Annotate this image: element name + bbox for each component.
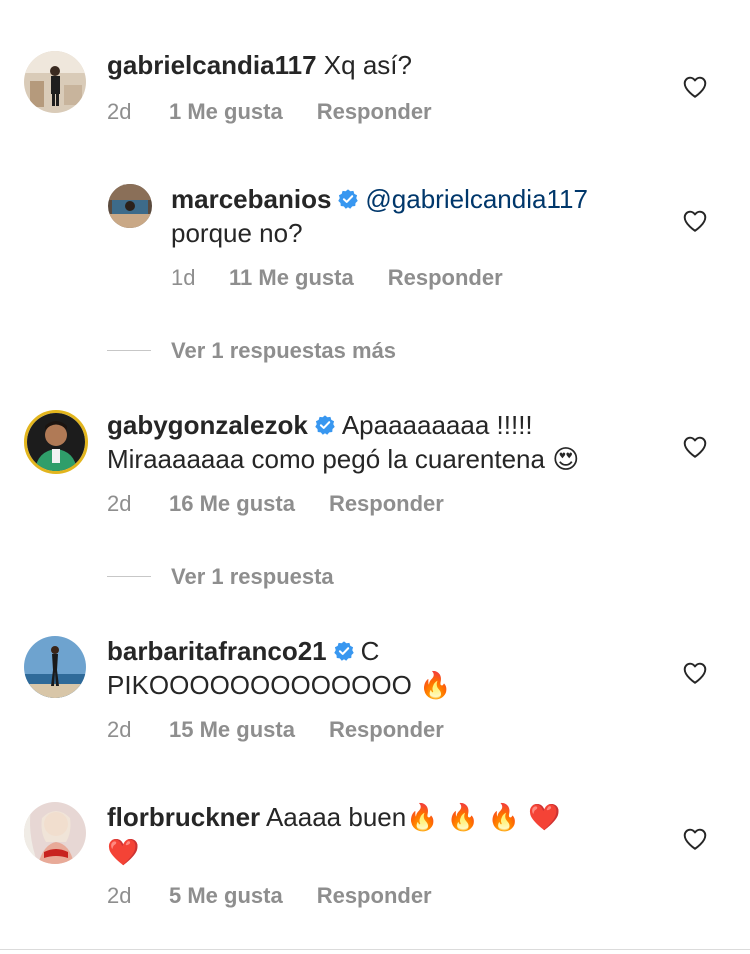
divider-line [107,350,151,351]
likes-count[interactable]: 1 Me gusta [169,98,283,126]
comment-text: gabygonzalezok Apaaaaaaaa !!!!! Miraaaaaa… [107,408,667,477]
timestamp[interactable]: 2d [107,98,169,126]
likes-count[interactable]: 11 Me gusta [229,264,354,292]
reply-button[interactable]: Responder [329,490,444,518]
fire-emoji: 🔥 [419,671,452,701]
view-replies-label[interactable]: Ver 1 respuesta [171,562,334,592]
username[interactable]: florbruckner [107,802,260,832]
avatar[interactable] [24,636,86,698]
likes-count[interactable]: 5 Me gusta [169,882,283,910]
verified-badge-icon [333,640,355,662]
comment-text: florbruckner Aaaaa buen🔥 🔥 🔥 ❤️ ❤️ [107,800,667,870]
comment-meta: 2d 16 Me gusta Responder [107,490,444,518]
username[interactable]: barbaritafranco21 [107,636,327,666]
likes-count[interactable]: 15 Me gusta [169,716,295,744]
comment-meta: 2d 15 Me gusta Responder [107,716,444,744]
verified-badge-icon [314,414,336,436]
heart-icon[interactable] [682,434,708,460]
username[interactable]: gabygonzalezok [107,410,308,440]
view-replies-button[interactable]: Ver 1 respuestas más [107,336,527,366]
username[interactable]: gabrielcandia117 [107,50,317,80]
comment-meta: 2d 5 Me gusta Responder [107,882,432,910]
heart-icon[interactable] [682,826,708,852]
heart-icon[interactable] [682,660,708,686]
avatar[interactable] [108,184,152,228]
divider-line [107,576,151,577]
timestamp[interactable]: 2d [107,490,169,518]
timestamp[interactable]: 2d [107,716,169,744]
comment-text: barbaritafranco21 C PIKOOOOOOOOOOOOO 🔥 [107,634,667,703]
comment-body: Xq así? [323,50,412,80]
verified-badge-icon [337,188,359,210]
heart-icon[interactable] [682,208,708,234]
username[interactable]: marcebanios [171,184,331,214]
view-replies-label[interactable]: Ver 1 respuestas más [171,336,396,366]
comment-text: gabrielcandia117 Xq así? [107,48,412,82]
heart-eyes-emoji: 😍 [552,445,580,475]
comment-text: marcebanios @gabrielcandia117 porque no? [171,182,651,250]
comment-meta: 2d 1 Me gusta Responder [107,98,432,126]
red-heart-emoji: ❤️ [107,838,140,868]
avatar[interactable] [24,410,88,474]
view-replies-button[interactable]: Ver 1 respuesta [107,562,427,592]
avatar[interactable] [24,802,86,864]
reply-button[interactable]: Responder [388,264,503,292]
avatar[interactable] [24,51,86,113]
comment-body: porque no? [171,218,303,248]
comment-body: Aaaaa buen [265,802,407,832]
comment-body-line2: PIKOOOOOOOOOOOOO [107,670,412,700]
heart-icon[interactable] [682,74,708,100]
timestamp[interactable]: 1d [171,264,229,292]
likes-count[interactable]: 16 Me gusta [169,490,295,518]
divider [0,949,750,950]
reply-button[interactable]: Responder [317,882,432,910]
mention-link[interactable]: @gabrielcandia117 [365,184,588,214]
comment-body-line1: Apaaaaaaaa !!!!! [341,410,533,440]
comment-body-line1: C [360,636,380,666]
emoji-group: 🔥 🔥 🔥 ❤️ [406,803,561,833]
timestamp[interactable]: 2d [107,882,169,910]
reply-button[interactable]: Responder [329,716,444,744]
comment-body-line2: Miraaaaaaa como pegó la cuarentena [107,444,545,474]
reply-button[interactable]: Responder [317,98,432,126]
comment-meta: 1d 11 Me gusta Responder [171,264,503,292]
